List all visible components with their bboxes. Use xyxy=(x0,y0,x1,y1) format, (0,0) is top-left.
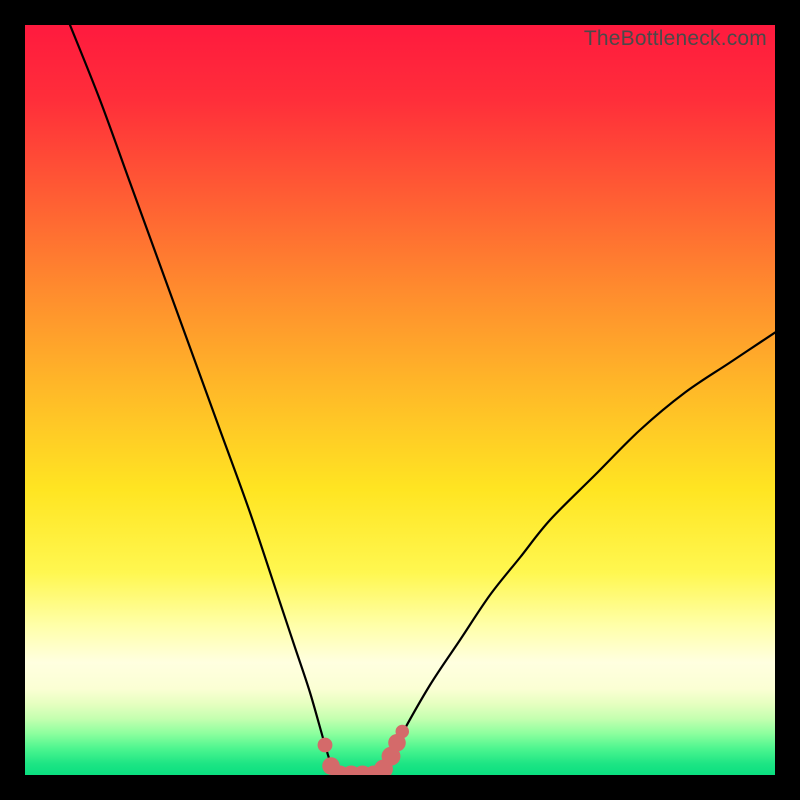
gradient-background xyxy=(25,25,775,775)
highlight-dot xyxy=(396,725,410,739)
watermark-text: TheBottleneck.com xyxy=(584,27,767,51)
chart-frame: TheBottleneck.com xyxy=(0,0,800,800)
plot-area: TheBottleneck.com xyxy=(25,25,775,775)
bottleneck-chart xyxy=(25,25,775,775)
highlight-dot xyxy=(318,738,333,753)
